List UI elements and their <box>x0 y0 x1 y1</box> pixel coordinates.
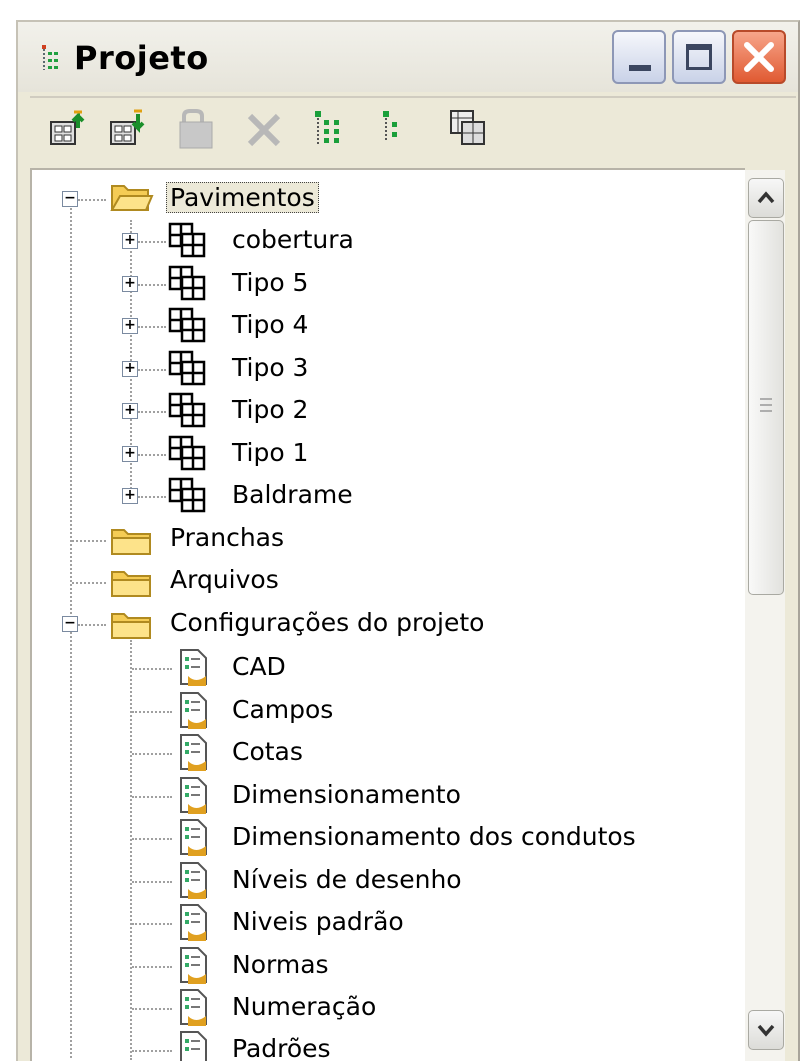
project-tree-icon <box>42 45 58 70</box>
settings-file-icon <box>180 734 207 771</box>
tree-line <box>72 582 106 584</box>
tree-node-setting[interactable]: Normas <box>232 950 329 979</box>
tree-line <box>132 838 172 840</box>
add-floor-up-icon[interactable] <box>48 108 88 150</box>
chevron-up-icon <box>757 191 775 204</box>
window-title: Projeto <box>74 39 209 77</box>
tree-node-pavimentos[interactable]: Pavimentos <box>166 182 319 213</box>
settings-file-icon <box>180 649 207 686</box>
floor-plan-icon <box>168 435 206 471</box>
settings-file-icon <box>180 862 207 899</box>
add-floor-down-icon[interactable] <box>108 108 148 150</box>
collapse-toggle[interactable]: − <box>62 616 78 632</box>
maximize-button[interactable] <box>672 30 726 84</box>
folder-open-icon <box>110 185 154 211</box>
collapse-tree-icon[interactable] <box>380 108 420 150</box>
settings-file-icon <box>180 904 207 941</box>
tree-line <box>78 624 106 626</box>
close-button[interactable] <box>732 30 786 84</box>
tree-node-configuracoes[interactable]: Configurações do projeto <box>170 608 484 637</box>
tree-line <box>132 881 172 883</box>
tree-line <box>132 966 172 968</box>
tree-line <box>132 1008 172 1010</box>
tree-line <box>78 199 106 201</box>
tree-node-setting[interactable]: Padrões <box>232 1034 331 1063</box>
folder-icon <box>111 571 151 597</box>
tree-node-arquivos[interactable]: Arquivos <box>170 565 279 594</box>
maximize-icon <box>686 44 712 70</box>
tree-node-setting[interactable]: Cotas <box>232 737 303 766</box>
settings-file-icon <box>180 989 207 1026</box>
minimize-icon <box>629 65 651 71</box>
folder-icon <box>111 613 151 639</box>
tree-node-setting[interactable]: Niveis padrão <box>232 907 404 936</box>
expand-toggle[interactable]: + <box>122 488 138 504</box>
tree-line <box>132 1050 172 1052</box>
tree-line <box>132 923 172 925</box>
tree-line <box>138 496 166 498</box>
tree-node-setting[interactable]: Campos <box>232 695 333 724</box>
collapse-toggle[interactable]: − <box>62 191 78 207</box>
tree-node-floor[interactable]: Tipo 3 <box>232 353 308 382</box>
floor-plan-icon <box>168 477 206 513</box>
expand-toggle[interactable]: + <box>122 361 138 377</box>
tree-line <box>132 796 172 798</box>
tree-node-floor[interactable]: Tipo 2 <box>232 395 308 424</box>
minimize-button[interactable] <box>612 30 666 84</box>
folder-lock-icon <box>179 109 213 149</box>
expand-toggle[interactable]: + <box>122 233 138 249</box>
delete-icon <box>247 113 281 147</box>
settings-file-icon <box>180 1031 207 1061</box>
tree-node-setting[interactable]: Dimensionamento <box>232 780 461 809</box>
floor-plan-icon <box>168 265 206 301</box>
close-icon <box>744 42 774 72</box>
floor-plan-icon <box>168 222 206 258</box>
settings-file-icon <box>180 777 207 814</box>
expand-toggle[interactable]: + <box>122 318 138 334</box>
tree-node-floor[interactable]: Tipo 5 <box>232 268 308 297</box>
settings-file-icon <box>180 692 207 729</box>
scroll-up-button[interactable] <box>748 178 784 218</box>
tree-line <box>132 668 172 670</box>
tree-node-floor[interactable]: Tipo 4 <box>232 310 308 339</box>
tree-line <box>138 454 166 456</box>
tree-line <box>72 540 106 542</box>
settings-file-icon <box>180 819 207 856</box>
tree-node-setting[interactable]: Numeração <box>232 992 376 1021</box>
scroll-down-button[interactable] <box>748 1010 784 1050</box>
tree-node-pranchas[interactable]: Pranchas <box>170 523 284 552</box>
tree-line <box>138 326 166 328</box>
tree-line <box>138 369 166 371</box>
chevron-down-icon <box>757 1024 775 1037</box>
tree-node-setting[interactable]: CAD <box>232 652 286 681</box>
floor-plan-icon <box>168 392 206 428</box>
expand-toggle[interactable]: + <box>122 276 138 292</box>
tree-line <box>138 284 166 286</box>
tree-node-floor[interactable]: cobertura <box>232 225 354 254</box>
folder-icon <box>111 529 151 555</box>
tree-node-setting[interactable]: Níveis de desenho <box>232 865 462 894</box>
tree-node-setting[interactable]: Dimensionamento dos condutos <box>232 822 636 851</box>
tree-line <box>132 711 172 713</box>
tree-node-floor[interactable]: Baldrame <box>232 480 353 509</box>
tree-line <box>132 753 172 755</box>
grip-icon <box>760 398 772 412</box>
floor-plan-icon <box>168 307 206 343</box>
scroll-thumb[interactable] <box>748 220 784 595</box>
tree-line <box>70 208 72 1058</box>
settings-file-icon <box>180 947 207 984</box>
expand-tree-icon[interactable] <box>312 108 352 150</box>
tree-line <box>138 411 166 413</box>
expand-toggle[interactable]: + <box>122 446 138 462</box>
floor-plan-icon <box>168 350 206 386</box>
floors-grid-icon[interactable] <box>448 108 488 150</box>
tree-node-floor[interactable]: Tipo 1 <box>232 438 308 467</box>
tree-line <box>130 640 132 1060</box>
tree-line <box>138 241 166 243</box>
expand-toggle[interactable]: + <box>122 403 138 419</box>
